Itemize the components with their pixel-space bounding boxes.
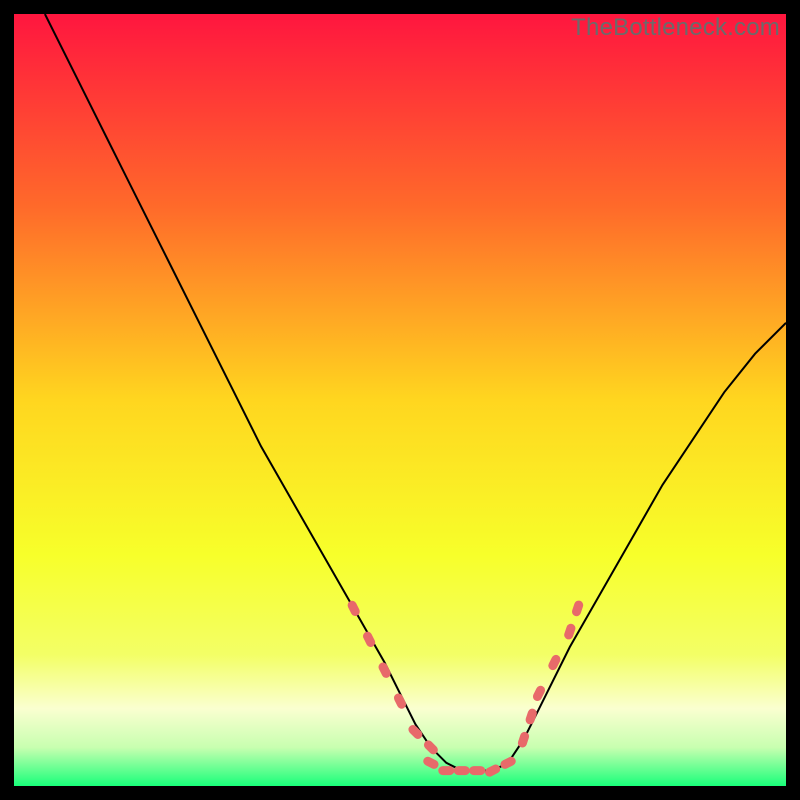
watermark-text: TheBottleneck.com [571,14,780,42]
gradient-background [14,14,786,786]
highlight-dash [454,766,470,775]
chart-frame: TheBottleneck.com [14,14,786,786]
highlight-dash [469,766,485,775]
highlight-dash [438,766,454,775]
chart-svg [14,14,786,786]
